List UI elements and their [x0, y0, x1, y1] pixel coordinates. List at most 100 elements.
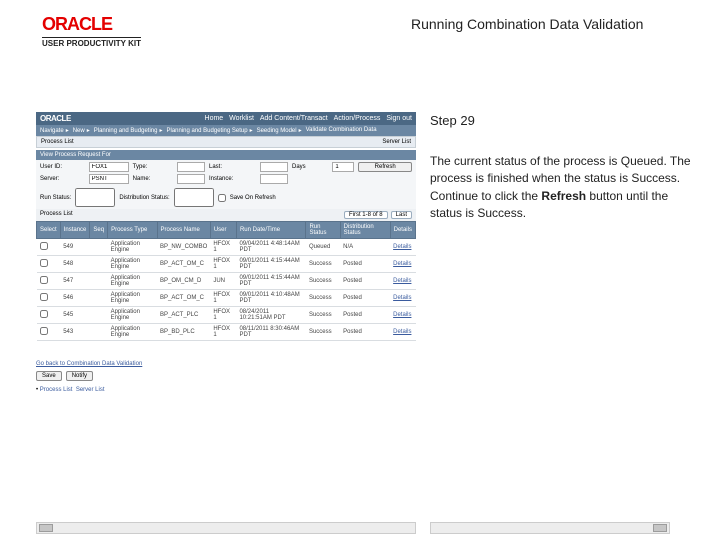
cell-instance: 547 — [60, 273, 90, 290]
cell-instance: 545 — [60, 307, 90, 324]
top-link[interactable]: Add Content/Transact — [260, 115, 328, 122]
save-button[interactable]: Save — [36, 371, 62, 381]
footer-links: • Process List Server List — [36, 387, 416, 393]
breadcrumb-item[interactable]: Validate Combination Data — [306, 127, 377, 134]
row-checkbox[interactable] — [40, 327, 48, 335]
cell-rundate: 09/04/2011 4:48:14AM PDT — [236, 239, 305, 256]
row-checkbox[interactable] — [40, 259, 48, 267]
step-label: Step 29 — [430, 112, 696, 131]
scrollbar-thumb[interactable] — [39, 524, 53, 532]
breadcrumb-item[interactable]: Planning and Budgeting — [94, 127, 163, 134]
cell-rundate: 09/01/2011 4:15:44AM PDT — [236, 256, 305, 273]
refresh-button[interactable]: Refresh — [358, 162, 412, 172]
cell-rundate: 08/11/2011 8:30:46AM PDT — [236, 324, 305, 341]
top-link[interactable]: Sign out — [386, 115, 412, 122]
row-checkbox[interactable] — [40, 293, 48, 301]
footer-server-list[interactable]: Server List — [76, 387, 105, 393]
col-diststatus: Distribution Status — [340, 222, 390, 239]
instance-input[interactable] — [260, 174, 288, 184]
top-link[interactable]: Home — [205, 115, 224, 122]
cell-runstatus: Success — [306, 307, 340, 324]
row-checkbox[interactable] — [40, 310, 48, 318]
type-input[interactable] — [177, 162, 205, 172]
cell-seq — [90, 290, 108, 307]
cell-seq — [90, 239, 108, 256]
details-link[interactable]: Details — [390, 324, 415, 341]
last-input[interactable] — [260, 162, 288, 172]
logo-subtitle: USER PRODUCTIVITY KIT — [42, 37, 141, 48]
details-link[interactable]: Details — [390, 290, 415, 307]
breadcrumb-item[interactable]: New — [73, 127, 90, 134]
footer-process-list[interactable]: Process List — [40, 387, 73, 393]
user-id-label: User ID: — [40, 164, 85, 170]
bottom-links: Go back to Combination Data Validation S… — [36, 361, 416, 393]
top-link[interactable]: Worklist — [229, 115, 254, 122]
tabs: Process List Server List — [36, 136, 416, 148]
last-label: Last: — [209, 164, 256, 170]
cell-seq — [90, 324, 108, 341]
cell-ptype: Application Engine — [108, 273, 157, 290]
tab-process-list[interactable]: Process List — [41, 139, 74, 145]
cell-seq — [90, 256, 108, 273]
horizontal-scrollbar-left[interactable] — [36, 522, 416, 534]
cell-rundate: 09/01/2011 4:10:48AM PDT — [236, 290, 305, 307]
row-checkbox[interactable] — [40, 242, 48, 250]
pager[interactable]: First 1-8 of 8 — [344, 211, 388, 219]
user-id-input[interactable] — [89, 162, 129, 172]
app-brand: ORACLE — [40, 114, 71, 123]
logo: ORACLE USER PRODUCTIVITY KIT — [42, 14, 141, 48]
top-link[interactable]: Action/Process — [334, 115, 381, 122]
breadcrumb-item[interactable]: Planning and Budgeting Setup — [166, 127, 252, 134]
details-link[interactable]: Details — [390, 239, 415, 256]
col-pname: Process Name — [157, 222, 210, 239]
cell-runstatus: Success — [306, 273, 340, 290]
cell-diststatus: Posted — [340, 324, 390, 341]
filter-form: User ID: Type: Last: Days Refresh Server… — [36, 160, 416, 186]
days-input[interactable] — [332, 162, 354, 172]
col-rundate: Run Date/Time — [236, 222, 305, 239]
scrollbar-thumb[interactable] — [653, 524, 667, 532]
name-label: Name: — [133, 176, 173, 182]
cell-runstatus: Queued — [306, 239, 340, 256]
details-link[interactable]: Details — [390, 256, 415, 273]
goback-link[interactable]: Go back to Combination Data Validation — [36, 361, 416, 367]
cell-rundate: 09/01/2011 4:15:44AM PDT — [236, 273, 305, 290]
cell-ptype: Application Engine — [108, 324, 157, 341]
name-input[interactable] — [177, 174, 205, 184]
col-instance: Instance — [60, 222, 90, 239]
breadcrumb: Navigate New Planning and Budgeting Plan… — [36, 125, 416, 136]
table-header-row: Select Instance Seq Process Type Process… — [37, 222, 416, 239]
table-row: 546Application EngineBP_ACT_OM_CHFOX 109… — [37, 290, 416, 307]
table-controls: Process List First 1-8 of 8 Last — [36, 209, 416, 221]
breadcrumb-item[interactable]: Navigate — [40, 127, 69, 134]
horizontal-scrollbar-right[interactable] — [430, 522, 670, 534]
pager-last[interactable]: Last — [391, 211, 412, 219]
tab-server-list[interactable]: Server List — [382, 139, 411, 145]
details-link[interactable]: Details — [390, 307, 415, 324]
dist-status-input[interactable] — [174, 188, 214, 207]
cell-instance: 548 — [60, 256, 90, 273]
breadcrumb-item[interactable]: Seeding Model — [257, 127, 302, 134]
details-link[interactable]: Details — [390, 273, 415, 290]
run-status-input[interactable] — [75, 188, 115, 207]
cell-user: HFOX 1 — [210, 239, 236, 256]
instruction-text: The current status of the process is Que… — [430, 153, 696, 223]
cell-seq — [90, 307, 108, 324]
cell-diststatus: Posted — [340, 256, 390, 273]
save-on-refresh-checkbox[interactable] — [218, 194, 226, 202]
save-on-refresh-label: Save On Refresh — [230, 195, 276, 201]
cell-instance: 543 — [60, 324, 90, 341]
server-label: Server: — [40, 176, 85, 182]
cell-pname: BP_ACT_OM_C — [157, 256, 210, 273]
col-select: Select — [37, 222, 61, 239]
cell-runstatus: Success — [306, 256, 340, 273]
table-row: 543Application EngineBP_BD_PLCHFOX 108/1… — [37, 324, 416, 341]
notify-button[interactable]: Notify — [66, 371, 93, 381]
cell-diststatus: N/A — [340, 239, 390, 256]
row-checkbox[interactable] — [40, 276, 48, 284]
col-ptype: Process Type — [108, 222, 157, 239]
app-top-links: Home Worklist Add Content/Transact Actio… — [201, 115, 412, 122]
col-seq: Seq — [90, 222, 108, 239]
section-title: View Process Request For — [36, 150, 416, 160]
server-input[interactable] — [89, 174, 129, 184]
